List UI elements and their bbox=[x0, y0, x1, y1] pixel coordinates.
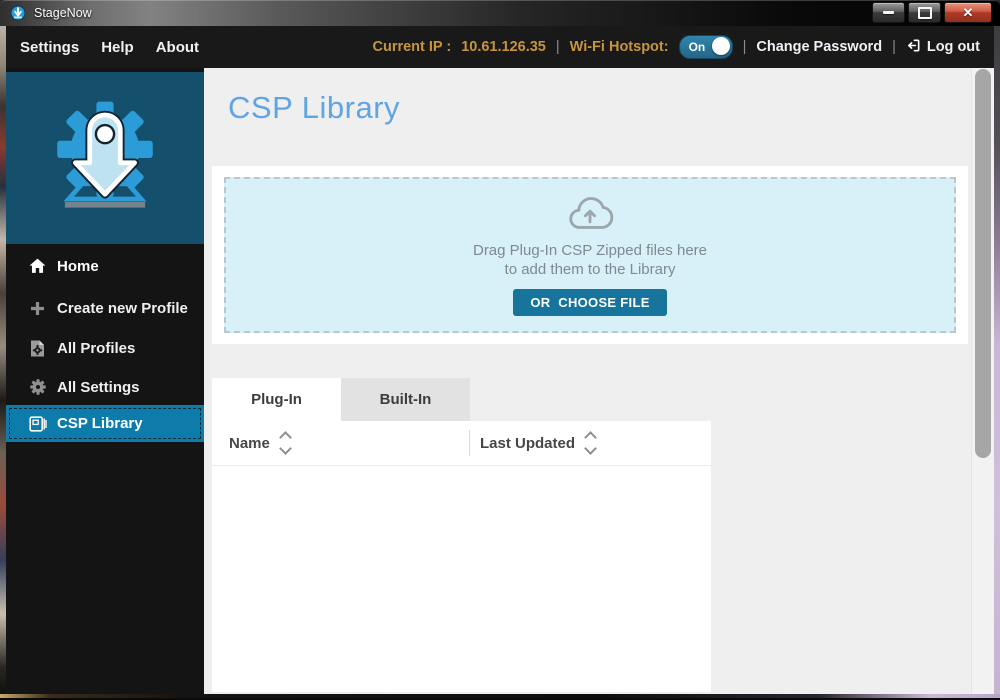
minimize-button[interactable] bbox=[872, 2, 905, 23]
close-icon: ✕ bbox=[962, 5, 974, 20]
menu-items: Settings Help About bbox=[20, 39, 199, 56]
main-content: CSP Library Drag Plug-In CSP Zipped file… bbox=[204, 68, 971, 694]
stagenow-logo bbox=[6, 72, 204, 244]
vertical-scrollbar[interactable] bbox=[971, 68, 994, 694]
menu-about[interactable]: About bbox=[156, 39, 199, 56]
table-header-row: Name Last Updated bbox=[212, 421, 711, 466]
separator: | bbox=[892, 39, 896, 55]
window-title: StageNow bbox=[34, 6, 92, 20]
wifi-hotspot-toggle[interactable]: On bbox=[678, 35, 733, 59]
sort-down-icon bbox=[584, 442, 597, 455]
menu-bar: Settings Help About Current IP : 10.61.1… bbox=[6, 26, 994, 68]
minimize-icon bbox=[883, 11, 894, 14]
column-divider bbox=[469, 430, 470, 456]
wifi-hotspot-label: Wi-Fi Hotspot: bbox=[569, 39, 669, 55]
scrollbar-thumb[interactable] bbox=[975, 69, 991, 458]
library-tabs: Plug-In Built-In bbox=[212, 378, 470, 421]
toggle-knob bbox=[711, 37, 730, 55]
library-book-icon bbox=[28, 415, 47, 432]
plus-icon bbox=[28, 301, 47, 316]
settings-gear-icon bbox=[28, 379, 47, 395]
separator: | bbox=[555, 39, 560, 55]
close-button[interactable]: ✕ bbox=[944, 2, 992, 23]
sidebar-item-all-profiles[interactable]: All Profiles bbox=[6, 335, 204, 361]
upload-card: Drag Plug-In CSP Zipped files here to ad… bbox=[212, 166, 968, 344]
page-title: CSP Library bbox=[228, 90, 401, 125]
column-label: Name bbox=[229, 434, 270, 452]
wifi-toggle-state: On bbox=[688, 40, 706, 54]
app-logo-icon bbox=[10, 5, 26, 21]
window-frame-right bbox=[994, 26, 1000, 694]
sidebar-item-label: Create new Profile bbox=[57, 299, 188, 317]
logout-button[interactable]: Log out bbox=[906, 38, 980, 57]
sort-icon[interactable] bbox=[278, 431, 292, 455]
csp-dropzone[interactable]: Drag Plug-In CSP Zipped files here to ad… bbox=[224, 177, 956, 333]
maximize-icon bbox=[917, 6, 932, 19]
status-bar: Current IP : 10.61.126.35 | Wi-Fi Hotspo… bbox=[372, 35, 980, 59]
home-icon bbox=[28, 258, 47, 274]
sidebar-item-home[interactable]: Home bbox=[6, 253, 204, 279]
separator: | bbox=[742, 39, 747, 55]
column-label: Last Updated bbox=[480, 434, 576, 452]
window-controls: ✕ bbox=[872, 2, 992, 23]
upload-cloud-icon bbox=[564, 194, 616, 241]
column-header-name[interactable]: Name bbox=[229, 431, 292, 455]
csp-table: Name Last Updated bbox=[212, 421, 711, 692]
sidebar: Home Create new Profile All Profiles All… bbox=[6, 68, 204, 694]
table-body-empty bbox=[212, 466, 711, 690]
current-ip-label: Current IP : bbox=[372, 39, 452, 55]
sidebar-item-label: Home bbox=[57, 257, 99, 275]
title-bar[interactable]: StageNow ✕ bbox=[0, 0, 1000, 26]
sidebar-item-label: CSP Library bbox=[57, 415, 143, 432]
menu-settings[interactable]: Settings bbox=[20, 39, 79, 56]
sidebar-item-all-settings[interactable]: All Settings bbox=[6, 374, 204, 400]
sort-down-icon bbox=[278, 442, 292, 455]
tab-built-in[interactable]: Built-In bbox=[341, 378, 470, 421]
menu-help[interactable]: Help bbox=[101, 39, 134, 56]
maximize-button[interactable] bbox=[908, 2, 941, 23]
sidebar-item-label: All Settings bbox=[57, 378, 140, 396]
profile-document-icon bbox=[28, 340, 47, 357]
change-password-link[interactable]: Change Password bbox=[756, 39, 882, 55]
sidebar-item-label: All Profiles bbox=[57, 339, 136, 357]
dropzone-instruction-line2: to add them to the Library bbox=[504, 261, 676, 278]
dropzone-instruction-line1: Drag Plug-In CSP Zipped files here bbox=[472, 242, 707, 259]
sidebar-item-csp-library[interactable]: CSP Library bbox=[6, 405, 204, 442]
logout-icon bbox=[906, 38, 921, 57]
logout-label: Log out bbox=[926, 39, 980, 55]
choose-file-button[interactable]: OR CHOOSE FILE bbox=[513, 289, 667, 316]
sort-icon[interactable] bbox=[584, 431, 597, 455]
column-header-last-updated[interactable]: Last Updated bbox=[480, 431, 597, 455]
tab-plug-in[interactable]: Plug-In bbox=[212, 378, 341, 421]
current-ip-value: 10.61.126.35 bbox=[461, 39, 546, 55]
sidebar-item-create-new-profile[interactable]: Create new Profile bbox=[6, 295, 204, 321]
app-window: StageNow ✕ Settings Help About Current I… bbox=[0, 0, 1000, 700]
